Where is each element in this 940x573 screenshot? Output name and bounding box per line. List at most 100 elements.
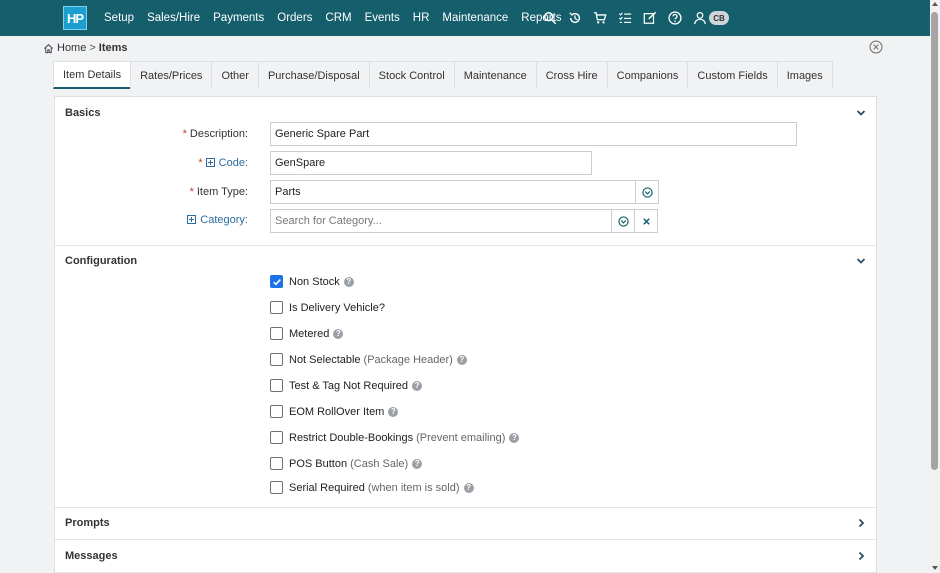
- tab-purchase-disposal[interactable]: Purchase/Disposal: [257, 61, 370, 89]
- category-clear-button[interactable]: [634, 209, 658, 233]
- cart-icon[interactable]: [592, 10, 608, 26]
- tab-images[interactable]: Images: [776, 61, 833, 89]
- nav-hr[interactable]: HR: [413, 12, 430, 24]
- help-icon[interactable]: ?: [333, 328, 344, 339]
- nav-payments[interactable]: Payments: [213, 12, 264, 24]
- breadcrumb: Home > Items: [43, 42, 128, 54]
- history-icon[interactable]: [567, 10, 583, 26]
- check-icon: [272, 278, 281, 285]
- help-icon[interactable]: ?: [388, 406, 399, 417]
- nav-crm[interactable]: CRM: [325, 12, 351, 24]
- page-title: Items: [98, 42, 128, 54]
- config-checkbox[interactable]: [270, 481, 283, 494]
- config-checkbox[interactable]: [270, 301, 283, 314]
- chevron-right-icon[interactable]: [856, 551, 866, 561]
- basics-title: Basics: [65, 107, 101, 119]
- description-input[interactable]: Generic Spare Part: [270, 122, 797, 146]
- config-option-row[interactable]: Restrict Double-Bookings (Prevent emailin…: [270, 431, 520, 444]
- config-option-row[interactable]: POS Button (Cash Sale)?: [270, 457, 423, 470]
- chevron-down-icon[interactable]: [856, 108, 866, 118]
- code-input[interactable]: GenSpare: [270, 151, 592, 175]
- item-type-dropdown-button[interactable]: [635, 180, 659, 204]
- config-checkbox[interactable]: [270, 405, 283, 418]
- code-label: * Code:: [198, 157, 248, 169]
- config-option-label: Metered: [289, 327, 330, 340]
- tab-cross-hire[interactable]: Cross Hire: [535, 61, 608, 89]
- tab-bar: Item Details Rates/Prices Other Purchase…: [53, 61, 833, 89]
- user-icon[interactable]: [692, 10, 708, 26]
- config-option-row[interactable]: Metered?: [270, 327, 344, 340]
- chevron-circle-down-icon: [617, 215, 629, 227]
- help-icon[interactable]: ?: [463, 482, 474, 493]
- help-icon[interactable]: ?: [509, 432, 520, 443]
- config-option-row[interactable]: Not Selectable (Package Header)?: [270, 353, 467, 366]
- scroll-down-icon[interactable]: [932, 566, 938, 570]
- config-option-label: Non Stock: [289, 275, 340, 288]
- description-label: * Description:: [182, 128, 248, 140]
- config-checkbox[interactable]: [270, 275, 283, 288]
- category-dropdown-button[interactable]: [611, 209, 635, 233]
- category-search-input[interactable]: Search for Category...: [270, 209, 612, 233]
- prompts-title: Prompts: [65, 517, 110, 529]
- app-logo[interactable]: HP: [63, 6, 87, 30]
- config-option-label: Not Selectable: [289, 353, 361, 366]
- config-checkbox[interactable]: [270, 379, 283, 392]
- nav-maintenance[interactable]: Maintenance: [442, 12, 508, 24]
- config-option-label: EOM RollOver Item: [289, 405, 385, 418]
- nav-sales-hire[interactable]: Sales/Hire: [147, 12, 200, 24]
- avatar[interactable]: CB: [709, 11, 729, 25]
- help-icon[interactable]: ?: [412, 380, 423, 391]
- config-option-row[interactable]: Non Stock?: [270, 275, 354, 288]
- nav-setup[interactable]: Setup: [104, 12, 134, 24]
- config-option-note: (Cash Sale): [350, 457, 409, 470]
- home-icon[interactable]: [43, 43, 54, 54]
- tab-maintenance[interactable]: Maintenance: [453, 61, 537, 89]
- plus-square-icon[interactable]: [205, 158, 215, 167]
- scroll-thumb[interactable]: [931, 12, 938, 470]
- prompts-section-header[interactable]: Prompts: [55, 507, 876, 539]
- close-icon[interactable]: [869, 40, 883, 54]
- config-option-note: (Prevent emailing): [416, 431, 506, 444]
- tab-companions[interactable]: Companions: [606, 61, 689, 89]
- config-option-note: (Package Header): [363, 353, 453, 366]
- tab-custom-fields[interactable]: Custom Fields: [687, 61, 778, 89]
- search-icon[interactable]: [542, 10, 558, 26]
- tab-item-details[interactable]: Item Details: [53, 61, 132, 89]
- plus-square-icon[interactable]: [187, 215, 197, 224]
- chevron-circle-down-icon: [641, 186, 653, 198]
- breadcrumb-home[interactable]: Home: [57, 42, 86, 54]
- tab-rates-prices[interactable]: Rates/Prices: [130, 61, 213, 89]
- messages-section-header[interactable]: Messages: [55, 540, 876, 572]
- help-icon[interactable]: ?: [343, 276, 354, 287]
- help-icon[interactable]: ?: [456, 354, 467, 365]
- config-option-label: Test & Tag Not Required: [289, 379, 409, 392]
- scroll-up-icon[interactable]: [932, 2, 938, 6]
- config-option-row[interactable]: Test & Tag Not Required?: [270, 379, 423, 392]
- item-type-select[interactable]: Parts: [270, 180, 636, 204]
- config-checkbox[interactable]: [270, 431, 283, 444]
- config-checkbox[interactable]: [270, 353, 283, 366]
- help-icon[interactable]: [667, 10, 683, 26]
- config-checkbox[interactable]: [270, 327, 283, 340]
- config-option-row[interactable]: Serial Required (when item is sold)?: [270, 481, 474, 494]
- messages-title: Messages: [65, 550, 118, 562]
- edit-icon[interactable]: [642, 10, 658, 26]
- config-option-label: Serial Required: [289, 481, 365, 494]
- nav-events[interactable]: Events: [365, 12, 400, 24]
- chevron-right-icon[interactable]: [856, 518, 866, 528]
- chevron-down-icon[interactable]: [856, 256, 866, 266]
- breadcrumb-separator: >: [89, 42, 96, 54]
- help-icon[interactable]: ?: [412, 458, 423, 469]
- page-scrollbar[interactable]: [930, 0, 940, 573]
- config-checkbox[interactable]: [270, 457, 283, 470]
- checklist-icon[interactable]: [617, 10, 633, 26]
- tab-stock-control[interactable]: Stock Control: [368, 61, 455, 89]
- configuration-section-header[interactable]: Configuration: [55, 245, 876, 277]
- tab-other[interactable]: Other: [211, 61, 259, 89]
- config-option-label: Is Delivery Vehicle?: [289, 301, 385, 314]
- config-option-row[interactable]: Is Delivery Vehicle?: [270, 301, 385, 314]
- close-icon: [642, 217, 650, 225]
- config-option-row[interactable]: EOM RollOver Item?: [270, 405, 399, 418]
- config-option-label: POS Button: [289, 457, 348, 470]
- nav-orders[interactable]: Orders: [277, 12, 312, 24]
